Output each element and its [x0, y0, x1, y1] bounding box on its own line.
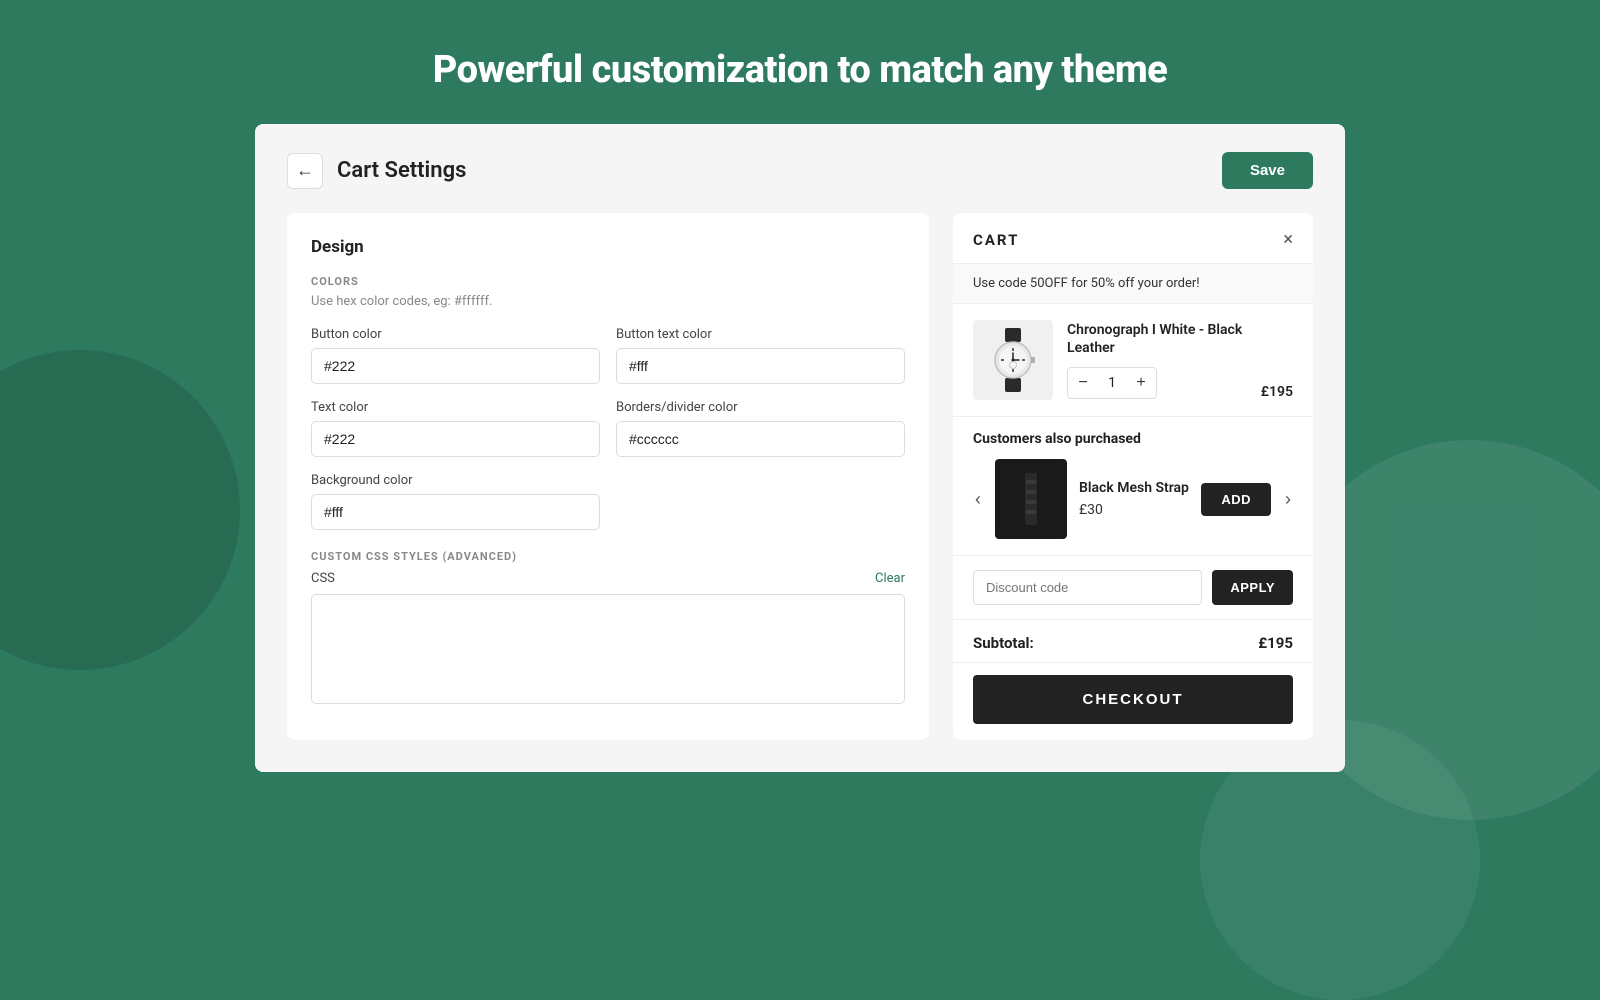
color-row-2: Text color Borders/divider color [311, 400, 905, 457]
save-button[interactable]: Save [1222, 152, 1313, 189]
borders-color-group: Borders/divider color [616, 400, 905, 457]
upsell-product-info: Black Mesh Strap £30 [1079, 480, 1189, 518]
page-title: Cart Settings [337, 158, 466, 183]
discount-code-input[interactable] [973, 570, 1202, 605]
cart-item-name: Chronograph I White - Black Leather [1067, 321, 1247, 357]
upsell-prev-button[interactable]: ‹ [973, 489, 983, 510]
upsell-add-button[interactable]: ADD [1201, 483, 1271, 516]
quantity-controls: − 1 + [1067, 367, 1157, 399]
page-heading: Powerful customization to match any them… [0, 0, 1600, 124]
upsell-title: Customers also purchased [973, 431, 1293, 447]
text-color-group: Text color [311, 400, 600, 457]
promo-banner: Use code 50OFF for 50% off your order! [953, 264, 1313, 304]
cart-item-info: Chronograph I White - Black Leather − 1 … [1067, 321, 1247, 399]
button-color-input[interactable] [311, 348, 600, 384]
cart-title: CART [973, 231, 1019, 249]
checkout-button[interactable]: CHECKOUT [973, 675, 1293, 724]
upsell-next-button[interactable]: › [1283, 489, 1293, 510]
close-icon[interactable]: × [1283, 231, 1293, 249]
upsell-product-price: £30 [1079, 502, 1189, 518]
upsell-product-image [995, 459, 1067, 539]
color-row-3: Background color [311, 473, 905, 530]
borders-color-label: Borders/divider color [616, 400, 905, 415]
cart-item-image [973, 320, 1053, 400]
cart-item: Chronograph I White - Black Leather − 1 … [953, 304, 1313, 417]
upsell-section: Customers also purchased ‹ [953, 417, 1313, 556]
css-section-label: CUSTOM CSS STYLES (ADVANCED) [311, 550, 517, 563]
cart-panel: CART × Use code 50OFF for 50% off your o… [953, 213, 1313, 740]
subtotal-label: Subtotal: [973, 634, 1034, 652]
back-button[interactable]: ← [287, 153, 323, 189]
design-panel: Design COLORS Use hex color codes, eg: #… [287, 213, 929, 740]
css-label: CSS [311, 571, 335, 586]
strap-icon [1011, 465, 1051, 533]
background-color-group: Background color [311, 473, 600, 530]
quantity-increase-button[interactable]: + [1126, 368, 1156, 398]
css-header-row: CUSTOM CSS STYLES (ADVANCED) [311, 550, 905, 563]
background-color-input[interactable] [311, 494, 600, 530]
cart-header: CART × [953, 213, 1313, 264]
main-card: ← Cart Settings Save Design COLORS Use h… [255, 124, 1345, 772]
quantity-value: 1 [1098, 375, 1126, 391]
button-color-group: Button color [311, 327, 600, 384]
bg-decoration-left [0, 350, 240, 670]
quantity-decrease-button[interactable]: − [1068, 368, 1098, 398]
borders-color-input[interactable] [616, 421, 905, 457]
button-text-color-input[interactable] [616, 348, 905, 384]
color-row-1: Button color Button text color [311, 327, 905, 384]
upsell-row: ‹ Black Mesh Strap [973, 459, 1293, 539]
background-color-label: Background color [311, 473, 600, 488]
apply-discount-button[interactable]: APPLY [1212, 570, 1293, 605]
header-row: ← Cart Settings Save [287, 152, 1313, 189]
button-text-color-label: Button text color [616, 327, 905, 342]
design-panel-title: Design [311, 237, 905, 257]
watch-icon [979, 326, 1047, 394]
spacer [616, 473, 905, 530]
css-textarea[interactable] [311, 594, 905, 704]
text-color-label: Text color [311, 400, 600, 415]
clear-css-link[interactable]: Clear [875, 571, 905, 586]
discount-section: APPLY [953, 556, 1313, 620]
header-left: ← Cart Settings [287, 153, 466, 189]
colors-section-label: COLORS [311, 275, 905, 288]
back-icon: ← [296, 160, 314, 181]
two-column-layout: Design COLORS Use hex color codes, eg: #… [287, 213, 1313, 740]
button-text-color-group: Button text color [616, 327, 905, 384]
cart-item-price: £195 [1261, 384, 1293, 400]
colors-hint: Use hex color codes, eg: #ffffff. [311, 294, 905, 309]
subtotal-value: £195 [1258, 634, 1293, 652]
upsell-product-name: Black Mesh Strap [1079, 480, 1189, 496]
subtotal-section: Subtotal: £195 [953, 620, 1313, 663]
text-color-input[interactable] [311, 421, 600, 457]
button-color-label: Button color [311, 327, 600, 342]
